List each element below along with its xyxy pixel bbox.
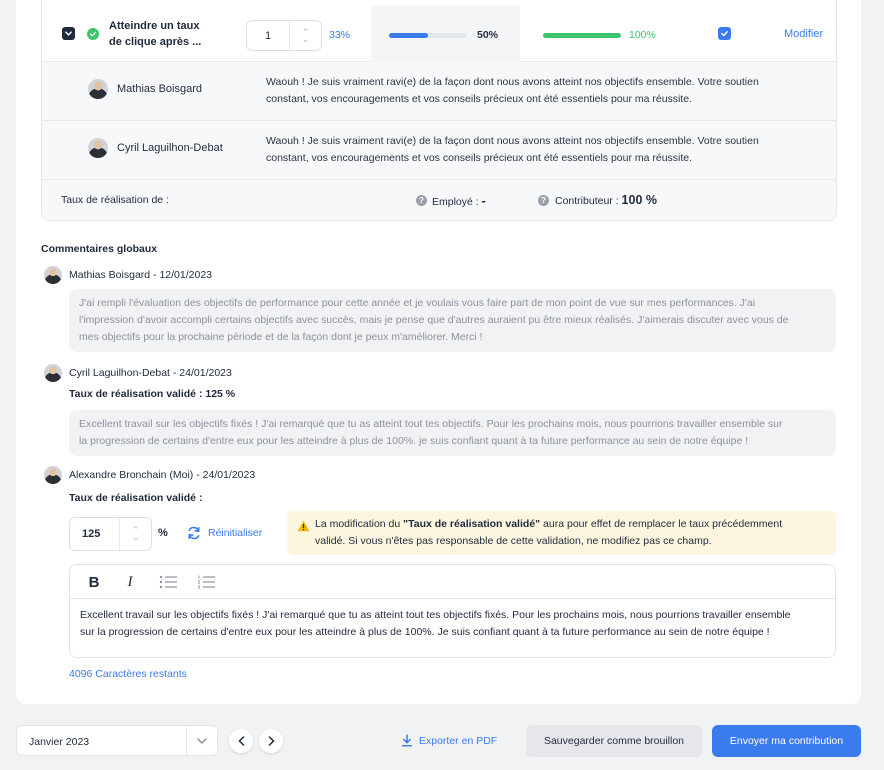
objective-expand-checkbox[interactable] — [62, 27, 75, 40]
editor-toolbar: B I — [70, 565, 835, 599]
avatar — [88, 79, 108, 99]
bullet-list-icon — [159, 575, 177, 589]
weight-stepper-icon[interactable]: ⌃ ⌄ — [289, 21, 321, 50]
numbered-list-icon — [198, 575, 215, 589]
chevron-right-icon — [268, 736, 275, 746]
employee-progress-fill — [389, 33, 428, 38]
comment-line3: mes objectifs pour la prochaine période … — [79, 331, 483, 343]
validated-rate-value: 125 — [82, 528, 101, 540]
comment-bubble: J'ai rempli l'évaluation des objectifs d… — [69, 289, 836, 352]
comment-author: Alexandre Bronchain (Moi) - 24/01/2023 — [69, 469, 256, 481]
contributor-rate-value: 100 % — [621, 193, 657, 207]
reset-button[interactable]: Réinitialiser — [186, 525, 262, 541]
weight-percent: 33% — [329, 29, 351, 41]
employee-rate-label: Employé : — [432, 196, 482, 208]
objective-title-line1: Atteindre un taux — [109, 20, 200, 32]
editor-content[interactable]: Excellent travail sur les objectifs fixé… — [80, 607, 830, 641]
objective-title-line2: de clique après ... — [109, 36, 202, 48]
contributor-rate-label: Contributeur : — [555, 195, 622, 207]
comment-editor[interactable]: B I Excellent travail sur les objectifs … — [69, 564, 836, 658]
contributor-progress-fill — [543, 33, 621, 38]
comment-bubble: Excellent travail sur les objectifs fixé… — [69, 410, 836, 456]
comment-text: Waouh ! Je suis vraiment ravi(e) de la f… — [266, 133, 826, 167]
objective-row: Atteindre un taux de clique après ... 1 … — [42, 0, 836, 62]
avatar — [44, 266, 62, 284]
bold-button[interactable]: B — [86, 573, 102, 591]
validated-rate-label: Taux de réalisation validé : — [69, 492, 203, 504]
export-pdf-label: Exporter en PDF — [419, 734, 498, 747]
check-circle-icon — [87, 28, 99, 40]
warning-suffix: aura pour effet de remplacer le taux pré… — [540, 518, 783, 530]
comment-text-line2: constant, vos encouragements et vos cons… — [266, 152, 693, 164]
warning-bold: "Taux de réalisation validé" — [403, 518, 541, 530]
employee-rate-value: - — [481, 194, 486, 208]
comment-text: Waouh ! Je suis vraiment ravi(e) de la f… — [266, 74, 826, 108]
employee-progress-bar — [389, 33, 467, 38]
comment-author: Mathias Boisgard — [117, 83, 202, 95]
global-comments-title: Commentaires globaux — [41, 243, 158, 255]
employee-rate: Employé : - — [432, 194, 486, 208]
warning-prefix: La modification du — [315, 518, 404, 530]
check-icon — [721, 30, 728, 37]
completion-rate-row: Taux de réalisation de : ? Employé : - ?… — [42, 180, 836, 220]
warning-line2: validé. Si vous n'êtes pas responsable d… — [315, 535, 712, 547]
objective-title: Atteindre un taux de clique après ... — [109, 18, 219, 50]
edit-objective-link[interactable]: Modifier — [784, 28, 823, 40]
percent-sign: % — [158, 527, 168, 539]
avatar — [88, 138, 108, 158]
objectives-table: Atteindre un taux de clique après ... 1 … — [41, 0, 837, 221]
contributor-rate: Contributeur : 100 % — [555, 193, 657, 207]
warning-banner: La modification du "Taux de réalisation … — [287, 511, 836, 555]
export-pdf-button[interactable]: Exporter en PDF — [401, 734, 497, 747]
refresh-icon — [188, 526, 200, 540]
next-month-button[interactable] — [259, 729, 283, 753]
warning-text: La modification du "Taux de réalisation … — [315, 516, 830, 550]
validated-rate-input[interactable]: 125 ⌃ ⌄ — [69, 517, 152, 551]
remaining-characters: 4096 Caractères restants — [69, 668, 187, 680]
help-icon[interactable]: ? — [538, 195, 549, 206]
help-icon[interactable]: ? — [416, 195, 427, 206]
rate-stepper-icon[interactable]: ⌃ ⌄ — [119, 518, 151, 550]
chevron-down-icon[interactable] — [186, 726, 217, 755]
comment-author: Cyril Laguilhon-Debat - 24/01/2023 — [69, 367, 232, 379]
previous-month-button[interactable] — [229, 729, 253, 753]
avatar — [44, 466, 62, 484]
reset-label: Réinitialiser — [208, 527, 263, 539]
completion-rate-label: Taux de réalisation de : — [61, 194, 169, 206]
comment-line1: Excellent travail sur les objectifs fixé… — [79, 418, 783, 430]
objective-validate-checkbox[interactable] — [718, 27, 731, 40]
comment-line2: la progression de certains d'entre eux p… — [79, 435, 749, 447]
comment-author: Cyril Laguilhon-Debat — [117, 142, 223, 154]
contributor-progress-bar — [543, 33, 621, 38]
italic-button[interactable]: I — [122, 573, 138, 591]
weight-value: 1 — [265, 29, 272, 42]
comment-text-line1: Waouh ! Je suis vraiment ravi(e) de la f… — [266, 135, 759, 147]
numbered-list-button[interactable] — [196, 573, 216, 591]
month-value: Janvier 2023 — [29, 736, 90, 748]
objective-comment-row: Mathias Boisgard Waouh ! Je suis vraimen… — [42, 62, 836, 121]
comment-line2: l'impression d'avoir accompli certains o… — [79, 314, 789, 326]
avatar — [44, 364, 62, 382]
chevron-left-icon — [237, 736, 244, 746]
contributor-percent: 100% — [629, 29, 656, 41]
chevron-down-icon — [65, 31, 72, 36]
warning-icon — [297, 520, 310, 532]
save-draft-button[interactable]: Sauvegarder comme brouillon — [526, 725, 702, 757]
comment-text-line2: constant, vos encouragements et vos cons… — [266, 93, 693, 105]
objective-comment-row: Cyril Laguilhon-Debat Waouh ! Je suis vr… — [42, 121, 836, 180]
send-contribution-button[interactable]: Envoyer ma contribution — [712, 725, 861, 757]
bullet-list-button[interactable] — [158, 573, 178, 591]
comment-text-line1: Waouh ! Je suis vraiment ravi(e) de la f… — [266, 76, 759, 88]
comment-author: Mathias Boisgard - 12/01/2023 — [69, 269, 213, 281]
employee-percent: 50% — [477, 29, 499, 41]
validated-rate: Taux de réalisation validé : 125 % — [69, 388, 236, 400]
editor-line2: sur la progression de certains d'entre e… — [80, 626, 770, 638]
month-select[interactable]: Janvier 2023 — [16, 725, 218, 756]
weight-input[interactable]: 1 ⌃ ⌄ — [246, 20, 322, 51]
comment-line1: J'ai rempli l'évaluation des objectifs d… — [79, 297, 756, 309]
editor-line1: Excellent travail sur les objectifs fixé… — [80, 609, 791, 621]
download-icon — [402, 734, 412, 747]
